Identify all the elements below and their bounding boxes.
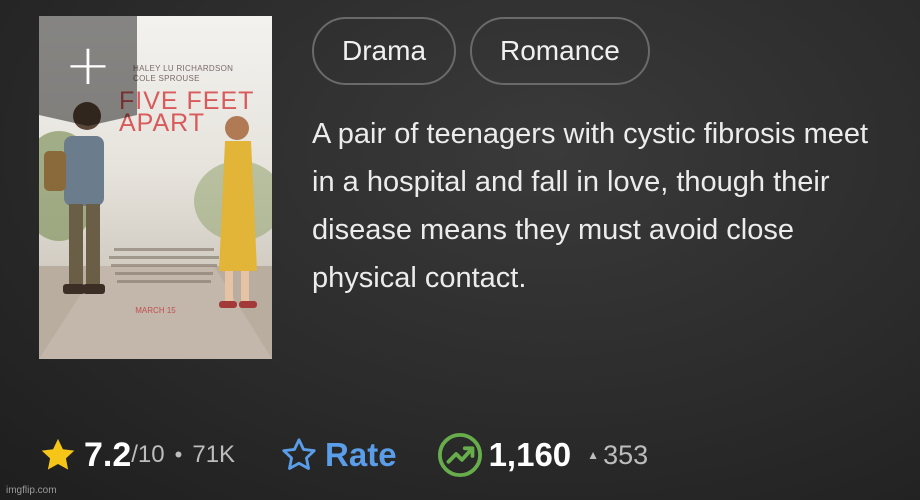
popularity-rank: 1,160 (488, 436, 572, 473)
rate-label: Rate (325, 436, 397, 473)
trend-up-arrow-icon: ▲ (587, 448, 600, 462)
genre-chip-drama[interactable]: Drama (312, 17, 457, 85)
star-icon (41, 438, 75, 470)
vote-count: 71K (192, 441, 236, 468)
separator-dot: • (174, 442, 183, 467)
poster-cast-1: HALEY LU RICHARDSON (133, 64, 234, 73)
rating-value: 7.2 (84, 435, 132, 474)
popularity-change-value: 353 (603, 439, 649, 470)
add-to-watchlist-button[interactable]: + (39, 16, 137, 126)
poster-cast-2: COLE SPROUSE (133, 74, 200, 83)
star-outline-icon (282, 438, 316, 470)
watermark: imgflip.com (6, 485, 57, 496)
rating-group: 7.2 /10 • 71K (38, 436, 235, 475)
trending-up-icon (437, 432, 482, 478)
genre-chip-romance[interactable]: Romance (470, 17, 650, 85)
plot-description: A pair of teenagers with cystic fibrosis… (312, 118, 869, 294)
poster-release-date: MARCH 15 (135, 306, 176, 315)
rate-button[interactable]: Rate (279, 436, 397, 474)
plus-icon: + (64, 33, 112, 98)
poster-cast: HALEY LU RICHARDSON COLE SPROUSE (133, 64, 233, 84)
popularity[interactable]: 1,160 ▲ 353 (437, 432, 648, 478)
genre-chips: Drama Romance (312, 17, 650, 85)
rating-bar: 7.2 /10 • 71K Rate 1,160 ▲ 353 (38, 430, 898, 480)
rating-max: /10 (131, 441, 165, 468)
movie-poster[interactable]: HALEY LU RICHARDSON COLE SPROUSE FIVE FE… (39, 16, 272, 359)
popularity-change: ▲ 353 (587, 440, 648, 471)
poster-title: FIVE FEET APART (119, 87, 254, 137)
